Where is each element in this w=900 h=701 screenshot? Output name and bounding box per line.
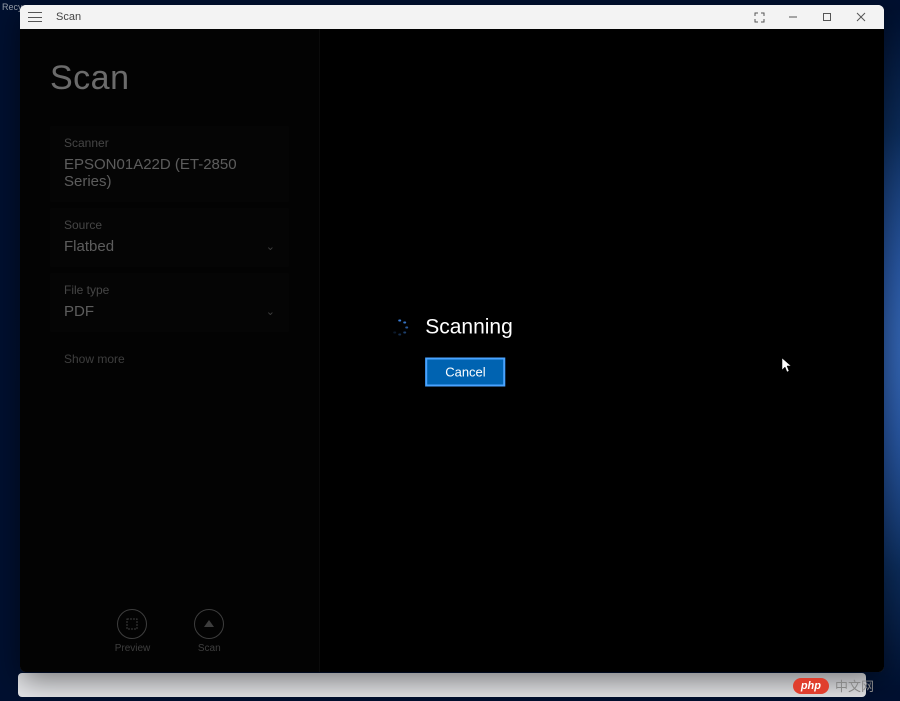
filetype-selector[interactable]: File type PDF ⌄ xyxy=(50,273,289,332)
background-strip xyxy=(18,673,866,697)
scanning-dialog: Scanning Cancel xyxy=(391,315,513,386)
filetype-value: PDF xyxy=(64,303,94,320)
titlebar: Scan xyxy=(20,5,884,29)
scan-app-window: Scan Scan Scanner EPSON01A22D (ET-2850 S… xyxy=(20,5,884,672)
scan-button[interactable]: Scan xyxy=(194,609,224,654)
window-title: Scan xyxy=(56,11,81,23)
scanner-value: EPSON01A22D (ET-2850 Series) xyxy=(64,156,275,190)
hamburger-icon[interactable] xyxy=(28,12,42,22)
show-more-link[interactable]: Show more xyxy=(64,352,289,366)
source-value: Flatbed xyxy=(64,238,114,255)
sidebar-footer: Preview Scan xyxy=(50,609,289,660)
scan-label: Scan xyxy=(198,643,221,654)
app-body: Scan Scanner EPSON01A22D (ET-2850 Series… xyxy=(20,29,884,672)
preview-label: Preview xyxy=(115,643,151,654)
settings-sidebar: Scan Scanner EPSON01A22D (ET-2850 Series… xyxy=(20,29,320,672)
preview-button[interactable]: Preview xyxy=(115,609,151,654)
php-badge: php xyxy=(793,678,829,694)
minimize-icon[interactable] xyxy=(776,5,810,29)
watermark-text: 中文网 xyxy=(835,676,874,695)
preview-icon xyxy=(117,609,147,639)
scanning-status-text: Scanning xyxy=(425,315,513,339)
page-title: Scan xyxy=(50,59,289,98)
spinner-icon xyxy=(391,319,407,335)
source-selector[interactable]: Source Flatbed ⌄ xyxy=(50,208,289,267)
scanner-label: Scanner xyxy=(64,136,275,150)
scan-icon xyxy=(194,609,224,639)
source-label: Source xyxy=(64,218,275,232)
fullscreen-icon[interactable] xyxy=(742,5,776,29)
scanner-selector[interactable]: Scanner EPSON01A22D (ET-2850 Series) xyxy=(50,126,289,202)
chevron-down-icon: ⌄ xyxy=(266,240,275,253)
maximize-icon[interactable] xyxy=(810,5,844,29)
watermark: php 中文网 xyxy=(793,676,874,695)
close-icon[interactable] xyxy=(844,5,878,29)
filetype-label: File type xyxy=(64,283,275,297)
chevron-down-icon: ⌄ xyxy=(266,305,275,318)
cursor-icon xyxy=(782,358,794,377)
cancel-button[interactable]: Cancel xyxy=(425,357,505,386)
